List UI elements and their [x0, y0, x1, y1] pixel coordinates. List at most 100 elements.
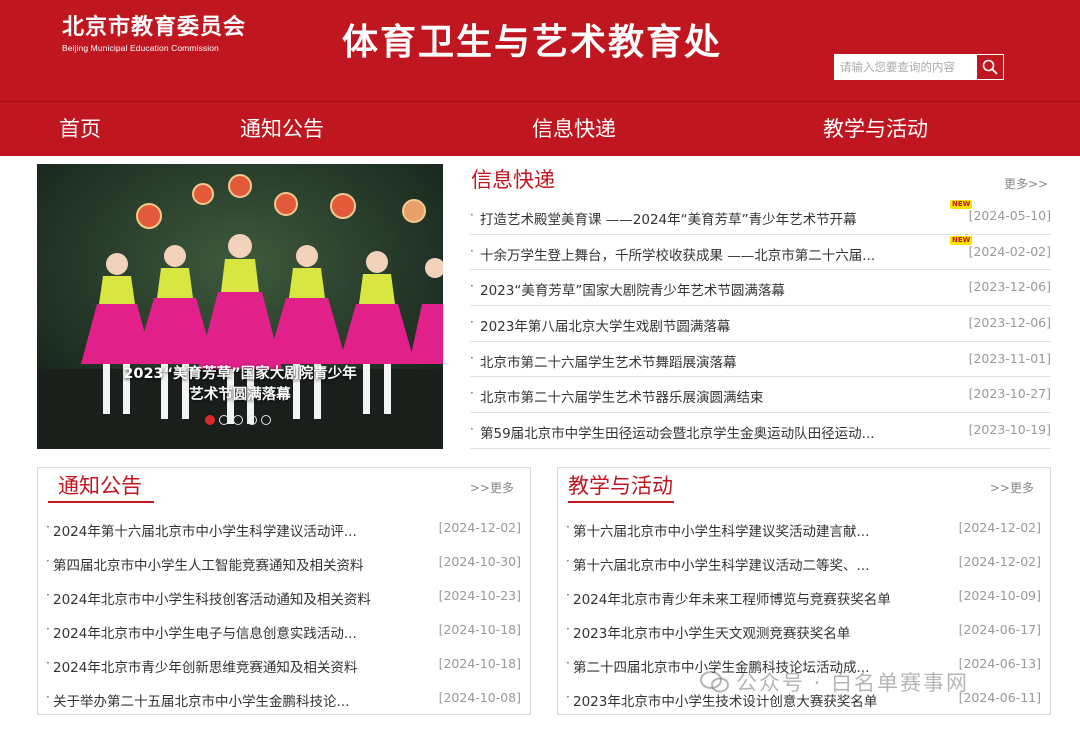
- notices-item-title[interactable]: 2024年北京市青少年创新思维竞赛通知及相关资料: [53, 656, 357, 676]
- notices-item-title[interactable]: 2024年第十六届北京市中小学生科学建议活动评...: [53, 520, 357, 540]
- nav-item-news[interactable]: 信息快递: [532, 115, 616, 143]
- activities-item-title[interactable]: 2024年北京市青少年未来工程师博览与竞赛获奖名单: [573, 588, 891, 608]
- list-bullet: ·: [46, 520, 50, 534]
- list-bullet: ·: [470, 208, 474, 222]
- nav-item-notices[interactable]: 通知公告: [240, 115, 324, 143]
- list-bullet: ·: [566, 588, 570, 602]
- notices-list-item[interactable]: · 2024年北京市中小学生科技创客活动通知及相关资料 [2024-10-23]: [38, 581, 530, 615]
- site-header: 北京市教育委员会 Beijing Municipal Education Com…: [0, 0, 1080, 101]
- carousel-dot-1[interactable]: [205, 415, 215, 425]
- banner-carousel[interactable]: 2023“美育芳草”国家大剧院青少年 艺术节圆满落幕: [37, 164, 443, 449]
- notices-list-item[interactable]: · 第四届北京市中小学生人工智能竞赛通知及相关资料 [2024-10-30]: [38, 547, 530, 581]
- news-more-link[interactable]: 更多>>: [1004, 175, 1048, 192]
- news-list-item[interactable]: · 北京市第二十六届学生艺术节器乐展演圆满结束 [2023-10-27]: [470, 377, 1051, 414]
- activities-panel-title: 教学与活动: [568, 474, 673, 498]
- activities-item-date: [2024-06-11]: [958, 690, 1041, 705]
- notices-item-date: [2024-12-02]: [438, 520, 521, 535]
- list-bullet: ·: [566, 520, 570, 534]
- activities-item-date: [2024-06-17]: [958, 622, 1041, 637]
- news-list-item[interactable]: · 十余万学生登上舞台，千所学校收获成果 ——北京市第二十六届... [2024-0…: [470, 235, 1051, 271]
- list-bullet: ·: [46, 588, 50, 602]
- notices-item-title[interactable]: 2024年北京市中小学生科技创客活动通知及相关资料: [53, 588, 371, 608]
- notices-panel: 通知公告 >>更多 · 2024年第十六届北京市中小学生科学建议活动评... [20…: [37, 467, 531, 715]
- news-item-title[interactable]: 打造艺术殿堂美育课 ——2024年“美育芳草”青少年艺术节开幕: [480, 208, 857, 228]
- news-item-title[interactable]: 十余万学生登上舞台，千所学校收获成果 ——北京市第二十六届...: [480, 244, 875, 264]
- new-badge: NEW: [950, 200, 973, 209]
- news-item-title[interactable]: 北京市第二十六届学生艺术节舞蹈展演落幕: [480, 351, 737, 371]
- logo-english-name: Beijing Municipal Education Commission: [62, 43, 219, 53]
- news-list-item[interactable]: · 北京市第二十六届学生艺术节舞蹈展演落幕 [2023-11-01]: [470, 342, 1051, 378]
- news-item-date: [2023-12-06]: [968, 315, 1051, 331]
- activities-list-item[interactable]: · 第十六届北京市中小学生科学建议活动二等奖、... [2024-12-02]: [558, 547, 1050, 581]
- news-list-item[interactable]: · 2023年第八届北京大学生戏剧节圆满落幕 [2023-12-06]: [470, 306, 1051, 342]
- activities-item-date: [2024-12-02]: [958, 554, 1041, 569]
- notices-more-link[interactable]: >>更多: [470, 479, 514, 496]
- list-bullet: ·: [566, 690, 570, 704]
- notices-item-title[interactable]: 关于举办第二十五届北京市中小学生金鹏科技论...: [53, 690, 349, 710]
- list-bullet: ·: [470, 243, 474, 258]
- notices-item-title[interactable]: 第四届北京市中小学生人工智能竞赛通知及相关资料: [53, 554, 364, 574]
- watermark-text: 公众号 · 白名单赛事网: [736, 671, 970, 695]
- news-list-item[interactable]: · 2023“美育芳草”国家大剧院青少年艺术节圆满落幕 [2023-12-06]: [470, 270, 1051, 307]
- banner-caption-line1: 2023“美育芳草”国家大剧院青少年: [123, 366, 357, 382]
- news-list: · 打造艺术殿堂美育课 ——2024年“美育芳草”青少年艺术节开幕 [2024-05…: [470, 199, 1051, 449]
- activities-item-title[interactable]: 第十六届北京市中小学生科学建议活动二等奖、...: [573, 554, 869, 574]
- news-item-date: [2023-11-01]: [968, 350, 1051, 366]
- new-badge: NEW: [950, 235, 973, 245]
- carousel-indicators: [205, 415, 271, 425]
- carousel-dot-3[interactable]: [233, 415, 243, 425]
- activities-title-underline: [568, 501, 674, 503]
- site-logo[interactable]: 北京市教育委员会 Beijing Municipal Education Com…: [62, 14, 246, 54]
- news-list-item[interactable]: · 打造艺术殿堂美育课 ——2024年“美育芳草”青少年艺术节开幕 [2024-05…: [470, 199, 1051, 235]
- notices-list: · 2024年第十六届北京市中小学生科学建议活动评... [2024-12-02] ·…: [38, 513, 530, 717]
- list-bullet: ·: [566, 622, 570, 636]
- news-item-date: [2024-02-02]: [968, 243, 1051, 259]
- main-nav: 首页 通知公告 信息快递 教学与活动: [0, 101, 1080, 156]
- activities-item-title[interactable]: 第十六届北京市中小学生科学建议奖活动建言献...: [573, 520, 869, 540]
- notices-list-item[interactable]: · 2024年北京市中小学生电子与信息创意实践活动... [2024-10-18]: [38, 615, 530, 649]
- search-icon: [982, 59, 998, 75]
- notices-item-date: [2024-10-23]: [438, 588, 521, 603]
- news-item-date: [2023-10-19]: [968, 422, 1051, 438]
- notices-panel-title: 通知公告: [58, 474, 142, 498]
- search-input[interactable]: [835, 55, 977, 79]
- activities-item-date: [2024-10-09]: [958, 588, 1041, 603]
- list-bullet: ·: [470, 315, 474, 330]
- notices-item-date: [2024-10-30]: [438, 554, 521, 569]
- carousel-dot-2[interactable]: [219, 415, 229, 425]
- notices-item-title[interactable]: 2024年北京市中小学生电子与信息创意实践活动...: [53, 622, 357, 642]
- notices-item-date: [2024-10-18]: [438, 622, 521, 637]
- notices-list-item[interactable]: · 关于举办第二十五届北京市中小学生金鹏科技论... [2024-10-08]: [38, 683, 530, 717]
- activities-list-item[interactable]: · 2023年北京市中小学生天文观测竞赛获奖名单 [2024-06-17]: [558, 615, 1050, 649]
- list-bullet: ·: [470, 350, 474, 365]
- carousel-dot-5[interactable]: [261, 415, 271, 425]
- news-item-title[interactable]: 2023“美育芳草”国家大剧院青少年艺术节圆满落幕: [480, 279, 785, 299]
- activities-item-date: [2024-06-13]: [958, 656, 1041, 671]
- notices-item-date: [2024-10-08]: [438, 690, 521, 705]
- carousel-dot-4[interactable]: [247, 415, 257, 425]
- list-bullet: ·: [46, 656, 50, 670]
- news-list-item[interactable]: · 第59届北京市中学生田径运动会暨北京学生金奥运动队田径运动... [2023-1…: [470, 413, 1051, 449]
- news-item-title[interactable]: 第59届北京市中学生田径运动会暨北京学生金奥运动队田径运动...: [480, 422, 875, 442]
- notices-list-item[interactable]: · 2024年北京市青少年创新思维竞赛通知及相关资料 [2024-10-18]: [38, 649, 530, 683]
- activities-item-title[interactable]: 2023年北京市中小学生天文观测竞赛获奖名单: [573, 622, 850, 642]
- news-item-date: [2023-12-06]: [968, 279, 1051, 295]
- notices-list-item[interactable]: · 2024年第十六届北京市中小学生科学建议活动评... [2024-12-02]: [38, 513, 530, 547]
- list-bullet: ·: [46, 554, 50, 568]
- news-item-title[interactable]: 北京市第二十六届学生艺术节器乐展演圆满结束: [480, 386, 764, 406]
- banner-photo: [37, 164, 443, 449]
- notices-title-underline: [48, 501, 154, 503]
- search-button[interactable]: [976, 55, 1003, 79]
- activities-more-link[interactable]: >>更多: [990, 479, 1034, 496]
- list-bullet: ·: [470, 279, 474, 294]
- nav-item-home[interactable]: 首页: [59, 115, 101, 143]
- news-section-title: 信息快递: [471, 168, 555, 192]
- news-item-date: [2024-05-10]: [968, 208, 1051, 223]
- news-item-title[interactable]: 2023年第八届北京大学生戏剧节圆满落幕: [480, 315, 730, 335]
- search-box: [834, 54, 1004, 80]
- activities-list-item[interactable]: · 第十六届北京市中小学生科学建议奖活动建言献... [2024-12-02]: [558, 513, 1050, 547]
- banner-caption[interactable]: 2023“美育芳草”国家大剧院青少年 艺术节圆满落幕: [37, 364, 443, 406]
- notices-item-date: [2024-10-18]: [438, 656, 521, 671]
- activities-list-item[interactable]: · 2024年北京市青少年未来工程师博览与竞赛获奖名单 [2024-10-09]: [558, 581, 1050, 615]
- nav-item-teaching-activities[interactable]: 教学与活动: [823, 115, 928, 143]
